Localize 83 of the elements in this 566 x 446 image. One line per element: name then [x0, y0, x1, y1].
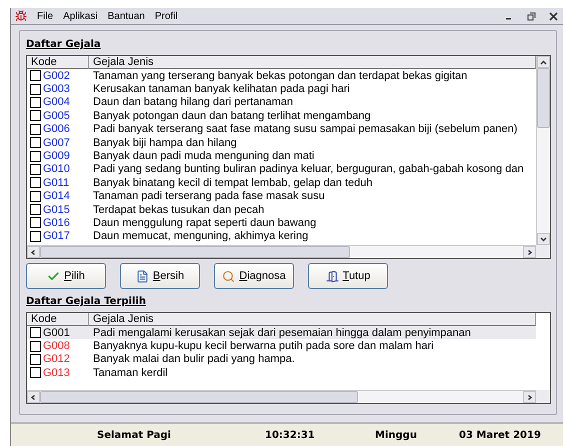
table-row[interactable]: G001 Padi mengalami kerusakan sejak dari pesemaian hingga dalam penyimpanan [27, 326, 536, 340]
symptom-cell-text: Banyak potongan daun dan batang terlihat mengambang [92, 110, 372, 122]
section-title: Daftar Gejala Terpilih [26, 296, 147, 307]
section-title: Daftar Gejala [26, 39, 102, 50]
symptom-cell-text: Terdapat bekas tusukan dan pecah [92, 204, 266, 216]
document-icon [136, 270, 149, 282]
time-text: 10:32:31 [265, 430, 316, 440]
code-cell: G006 [43, 123, 70, 136]
code-cell: G011 [43, 176, 70, 189]
search-icon [222, 270, 236, 282]
symptom-cell-text: Tanaman yang terserang banyak bekas potongan dan terdapat bekas gigitan [92, 70, 468, 82]
date-text: 03 Maret 2019 [459, 430, 542, 440]
code-cell: G012 [43, 353, 70, 366]
symptom-cell-text: Banyak biji hampa dan hilang [92, 136, 238, 149]
action-button[interactable]: Tutup [308, 263, 388, 289]
menu-item[interactable]: Profil [154, 10, 178, 22]
code-cell: G016 [43, 216, 70, 229]
code-cell: G007 [43, 136, 70, 149]
checkbox[interactable] [30, 177, 41, 188]
code-cell: G005 [43, 110, 70, 122]
code-cell: G002 [43, 70, 70, 82]
code-cell: G013 [43, 366, 70, 379]
code-cell: G017 [43, 230, 70, 242]
door-icon [326, 270, 339, 282]
scroll-thumb[interactable] [40, 391, 358, 403]
scroll-thumb[interactable] [537, 68, 550, 128]
checkbox[interactable] [30, 164, 41, 175]
checkbox[interactable] [30, 354, 41, 365]
symptom-cell-text: Tanaman padi terserang pada fase masak susu [92, 190, 326, 202]
checkbox[interactable] [30, 70, 41, 82]
menu-item[interactable]: File [37, 10, 54, 22]
checkbox[interactable] [30, 340, 41, 352]
checkbox[interactable] [30, 327, 41, 338]
vertical-scrollbar[interactable] [536, 56, 550, 245]
symptom-cell-text: Daun dan batang hilang dari pertanaman [92, 96, 294, 108]
greeting-text: Selamat Pagi [97, 430, 172, 440]
close-icon [548, 12, 558, 20]
code-cell: G001 [43, 326, 70, 339]
close-button[interactable] [547, 10, 559, 22]
checkbox[interactable] [30, 217, 41, 228]
symptom-cell-text: Banyaknya kupu-kupu kecil berwarna putih pada sore dan malam hari [92, 340, 435, 352]
symptom-cell-text: Kerusakan tanaman banyak kelihatan pada pagi hari [92, 83, 351, 96]
horizontal-scrollbar[interactable] [27, 390, 536, 403]
symptom-cell-text: Padi yang sedang bunting buliran padinya keluar, berguguran, gabah-gabah kosong dan [92, 163, 525, 176]
code-cell: G004 [43, 96, 70, 108]
symptom-cell-text: Banyak daun padi muda menguning dan mati [92, 150, 316, 162]
action-button[interactable]: Diagnosa [214, 263, 294, 289]
day-text: Minggu [375, 430, 418, 440]
checkbox[interactable] [30, 137, 41, 148]
code-cell: G003 [43, 83, 70, 96]
menu-item[interactable]: Bantuan [108, 10, 145, 22]
symptom-cell-text: Padi banyak terserang saat fase matang susu sampai pemasakan biji (sebelum panen) [92, 123, 518, 136]
check-icon [47, 270, 60, 282]
code-cell: G010 [43, 163, 70, 176]
checkbox[interactable] [30, 367, 41, 378]
action-button[interactable]: Bersih [120, 263, 200, 289]
checkbox[interactable] [30, 204, 41, 216]
checkbox[interactable] [30, 150, 41, 162]
symptom-cell-text: Daun memucat, menguning, akhimya kering [92, 230, 310, 242]
checkbox[interactable] [30, 124, 41, 135]
checkbox[interactable] [30, 84, 41, 95]
bug-icon [15, 10, 27, 22]
scrollbar-corner [536, 245, 550, 258]
code-cell: G009 [43, 150, 70, 162]
symptom-cell-text: Banyak binatang kecil di tempat lembab, gelap dan teduh [92, 176, 374, 189]
checkbox[interactable] [30, 96, 41, 108]
restore-button[interactable] [525, 10, 537, 22]
code-cell: G015 [43, 204, 70, 216]
action-button[interactable]: Pilih [26, 263, 106, 289]
horizontal-scrollbar[interactable] [27, 245, 536, 258]
checkbox[interactable] [30, 110, 41, 122]
checkbox[interactable] [30, 190, 41, 202]
code-cell: G008 [43, 340, 70, 352]
code-cell: G014 [43, 190, 70, 202]
symptom-cell-text: Padi mengalami kerusakan sejak dari pesemaian hingga dalam penyimpanan [92, 326, 472, 339]
symptom-cell-text: Banyak malai dan bulir padi yang hampa. [92, 353, 296, 366]
symptom-cell-text: Tanaman kerdil [92, 366, 169, 379]
menu-item[interactable]: Aplikasi [63, 10, 98, 22]
symptom-cell-text: Daun menggulung rapat seperti daun bawang [92, 216, 318, 229]
checkbox[interactable] [30, 230, 41, 242]
scroll-thumb[interactable] [40, 246, 350, 258]
scrollbar-corner [536, 390, 550, 403]
restore-icon [526, 12, 536, 20]
